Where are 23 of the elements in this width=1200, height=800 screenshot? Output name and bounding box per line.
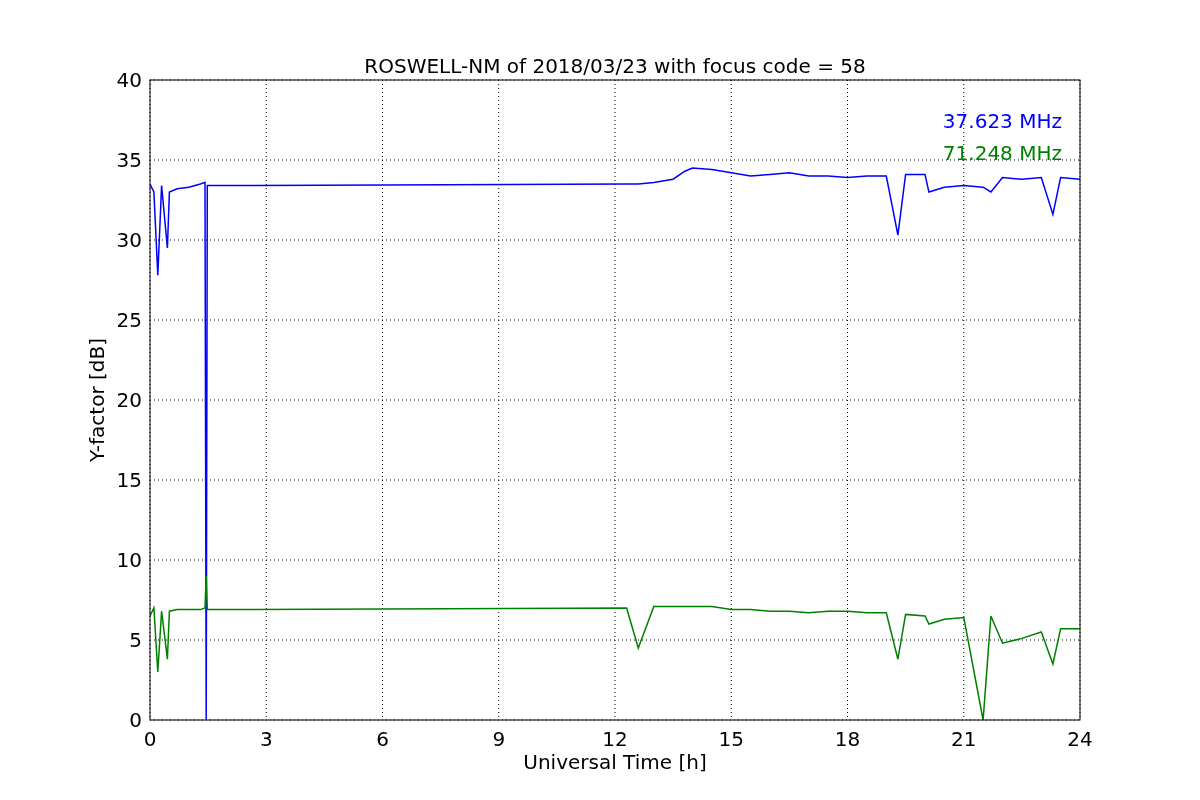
tick-label: 15	[116, 468, 142, 492]
legend-label: 37.623 MHz	[942, 109, 1062, 133]
tick-label: 12	[602, 727, 628, 751]
tick-label: 5	[129, 628, 142, 652]
tick-label: 18	[834, 727, 861, 751]
tick-label: 21	[951, 727, 977, 751]
x-axis-label: Universal Time [h]	[523, 750, 707, 774]
tick-label: 6	[376, 727, 389, 751]
tick-label: 25	[116, 308, 142, 332]
tick-label: 35	[116, 148, 142, 172]
chart-title: ROSWELL-NM of 2018/03/23 with focus code = 58	[364, 54, 866, 78]
tick-label: 20	[116, 388, 142, 412]
legend-label: 71.248 MHz	[942, 141, 1062, 165]
tick-label: 24	[1067, 727, 1093, 751]
tick-label: 9	[492, 727, 506, 751]
tick-label: 40	[116, 68, 142, 92]
tick-label: 15	[718, 727, 744, 751]
tick-label: 0	[143, 727, 157, 751]
tick-label: 10	[116, 548, 142, 572]
tick-label: 30	[116, 228, 142, 252]
tick-label: 3	[259, 727, 273, 751]
tick-label: 0	[129, 708, 142, 732]
y-axis-label: Y-factor [dB]	[85, 338, 109, 462]
